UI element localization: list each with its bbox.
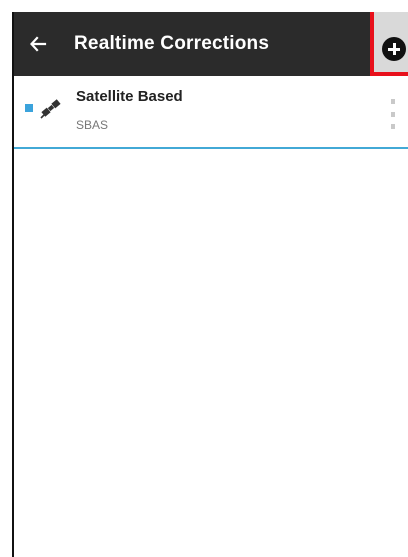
correction-name: Satellite Based	[76, 88, 183, 105]
correction-type: SBAS	[76, 118, 109, 132]
page-title: Realtime Corrections	[74, 33, 270, 54]
app-toolbar: Realtime Corrections	[14, 12, 408, 76]
more-vert-icon[interactable]	[388, 99, 398, 129]
satellite-icon	[40, 99, 61, 119]
back-button[interactable]	[14, 12, 62, 76]
status-indicator	[25, 104, 33, 112]
correction-list-item[interactable]: Satellite Based SBAS	[14, 76, 408, 149]
arrow-left-icon	[30, 36, 47, 52]
add-button-highlight	[370, 12, 408, 76]
app-screen: Realtime Corrections Satellite Based SBA…	[12, 12, 408, 557]
add-circle-icon[interactable]	[382, 37, 406, 61]
